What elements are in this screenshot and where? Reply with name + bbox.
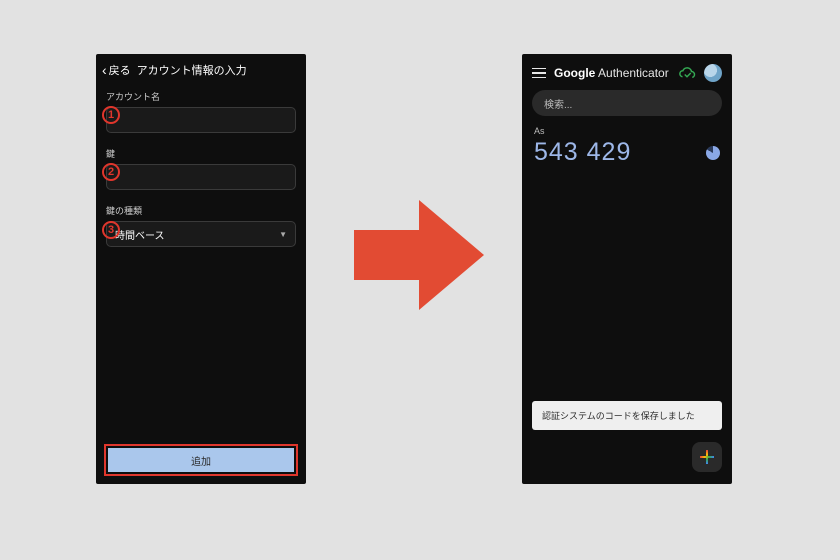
field-key: 2 鍵 [106,147,296,190]
form: 1 アカウント名 2 鍵 3 鍵の種類 時間ベース ▼ [96,84,306,247]
key-label: 鍵 [106,147,296,160]
field-account-name: 1 アカウント名 [106,90,296,133]
account-name-input[interactable] [106,107,296,133]
key-input[interactable] [106,164,296,190]
totp-code: 543 429 [534,138,631,167]
chevron-left-icon: ‹ [102,63,107,77]
account-label: As [534,126,720,136]
toast-text: 認証システムのコードを保存しました [542,411,695,421]
key-type-select[interactable]: 時間ベース ▼ [106,221,296,247]
search-input[interactable]: 検索... [532,90,722,116]
key-type-value: 時間ベース [115,227,165,242]
callout-marker-3: 3 [102,221,120,239]
brand-bold: Google [554,66,595,80]
header: ‹ 戻る アカウント情報の入力 [96,54,306,84]
header: Google Authenticator [522,54,732,90]
add-button-label: 追加 [191,453,211,468]
back-label: 戻る [109,62,131,78]
add-button-highlight: 追加 [104,444,298,476]
chevron-down-icon: ▼ [279,230,287,239]
code-row: 543 429 [534,138,720,167]
search-placeholder: 検索... [544,96,572,111]
code-entry[interactable]: As 543 429 [522,116,732,167]
arrow-right-icon [354,200,484,310]
authenticator-screen: Google Authenticator 検索... As 543 429 認証… [522,54,732,484]
menu-icon[interactable] [532,68,546,79]
countdown-icon [706,146,720,160]
cloud-sync-icon[interactable] [678,66,696,80]
add-account-fab[interactable] [692,442,722,472]
callout-marker-2: 2 [102,163,120,181]
back-button[interactable]: ‹ 戻る [102,62,131,78]
page-title: アカウント情報の入力 [137,62,247,78]
field-key-type: 3 鍵の種類 時間ベース ▼ [106,204,296,247]
account-entry-screen: ‹ 戻る アカウント情報の入力 1 アカウント名 2 鍵 3 鍵の種類 時間ベー… [96,54,306,484]
toast-message: 認証システムのコードを保存しました [532,401,722,430]
add-button[interactable]: 追加 [108,448,294,472]
key-type-label: 鍵の種類 [106,204,296,217]
account-name-label: アカウント名 [106,90,296,103]
app-title: Google Authenticator [554,66,670,80]
brand-light: Authenticator [595,66,668,80]
plus-icon [700,450,714,464]
avatar[interactable] [704,64,722,82]
callout-marker-1: 1 [102,106,120,124]
